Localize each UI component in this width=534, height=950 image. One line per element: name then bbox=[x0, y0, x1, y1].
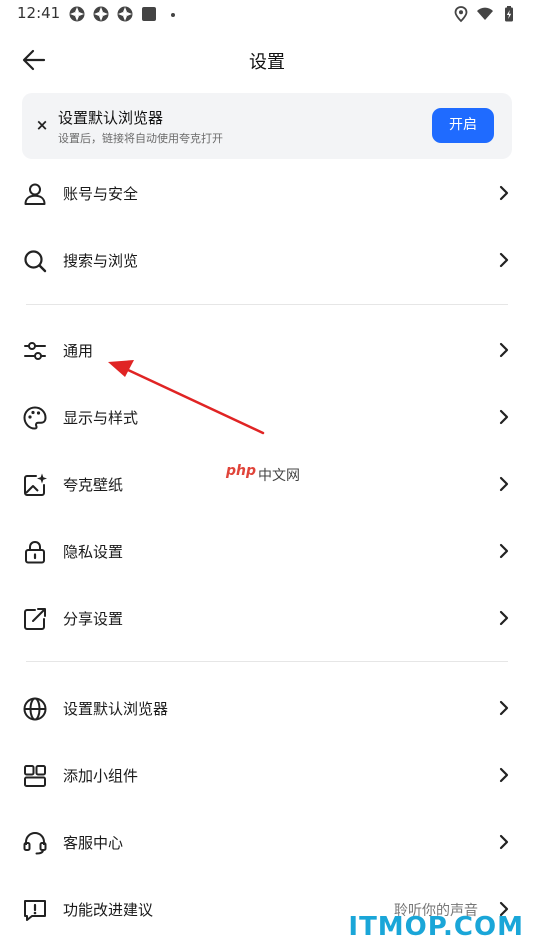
chevron-right-icon bbox=[499, 185, 509, 201]
default-browser-banner: × 设置默认浏览器 设置后，链接将自动使用夸克打开 开启 bbox=[22, 93, 512, 159]
php-watermark-logo: php bbox=[226, 463, 257, 479]
palette-icon bbox=[23, 406, 47, 430]
enable-button[interactable]: 开启 bbox=[432, 108, 494, 143]
chevron-right-icon bbox=[499, 543, 509, 559]
chevron-right-icon bbox=[499, 252, 509, 268]
person-icon bbox=[24, 183, 46, 205]
settings-item-account-security[interactable]: 账号与安全 bbox=[0, 163, 534, 223]
settings-item-label: 搜索与浏览 bbox=[63, 252, 139, 270]
page-title: 设置 bbox=[249, 52, 285, 73]
feedback-icon bbox=[24, 900, 46, 921]
location-icon bbox=[454, 6, 468, 23]
settings-item-label: 分享设置 bbox=[63, 610, 124, 628]
chevron-right-icon bbox=[499, 610, 509, 626]
app-notification-icon bbox=[117, 6, 133, 22]
chevron-right-icon bbox=[499, 409, 509, 425]
settings-item-label: 客服中心 bbox=[63, 834, 124, 852]
section-divider bbox=[26, 304, 508, 305]
settings-item-label: 设置默认浏览器 bbox=[63, 700, 169, 718]
itmop-watermark: ITMOP.COM bbox=[348, 912, 524, 942]
app-notification-icon bbox=[69, 6, 85, 22]
settings-item-default-browser[interactable]: 设置默认浏览器 bbox=[0, 678, 534, 738]
app-notification-icon bbox=[93, 6, 109, 22]
wifi-icon bbox=[477, 7, 493, 20]
settings-item-label: 夸克壁纸 bbox=[63, 476, 124, 494]
sliders-icon bbox=[24, 342, 46, 360]
close-icon[interactable]: × bbox=[32, 115, 52, 135]
settings-item-label: 账号与安全 bbox=[63, 185, 139, 203]
chevron-right-icon bbox=[499, 700, 509, 716]
settings-item-customer-service[interactable]: 客服中心 bbox=[0, 812, 534, 872]
battery-icon bbox=[505, 6, 513, 22]
settings-item-general[interactable]: 通用 bbox=[0, 320, 534, 380]
settings-item-add-widget[interactable]: 添加小组件 bbox=[0, 745, 534, 805]
settings-item-label: 通用 bbox=[63, 342, 94, 360]
globe-icon bbox=[23, 697, 47, 721]
more-dot-icon bbox=[171, 13, 175, 17]
lock-icon bbox=[25, 540, 45, 564]
status-time: 12:41 bbox=[17, 4, 61, 22]
banner-title: 设置默认浏览器 bbox=[58, 109, 164, 127]
wallpaper-icon bbox=[24, 473, 47, 496]
square-notification-icon bbox=[142, 7, 156, 21]
chevron-right-icon bbox=[499, 476, 509, 492]
top-app-bar: 设置 bbox=[0, 36, 534, 84]
notification-icons bbox=[68, 5, 182, 23]
settings-item-display-style[interactable]: 显示与样式 bbox=[0, 387, 534, 447]
settings-item-label: 功能改进建议 bbox=[63, 901, 154, 919]
status-bar: 12:41 bbox=[0, 0, 534, 28]
chevron-right-icon bbox=[499, 342, 509, 358]
php-cn-watermark: 中文网 bbox=[258, 468, 300, 484]
settings-item-label: 添加小组件 bbox=[63, 767, 139, 785]
section-divider bbox=[26, 661, 508, 662]
widget-icon bbox=[24, 765, 46, 787]
system-status-icons bbox=[452, 5, 518, 23]
headset-icon bbox=[23, 831, 47, 855]
settings-item-label: 隐私设置 bbox=[63, 543, 124, 561]
banner-subtitle: 设置后，链接将自动使用夸克打开 bbox=[58, 132, 223, 145]
chevron-right-icon bbox=[499, 767, 509, 783]
settings-item-privacy[interactable]: 隐私设置 bbox=[0, 521, 534, 581]
settings-item-label: 显示与样式 bbox=[63, 409, 139, 427]
search-icon bbox=[24, 250, 47, 273]
settings-item-search-browse[interactable]: 搜索与浏览 bbox=[0, 230, 534, 290]
settings-item-share[interactable]: 分享设置 bbox=[0, 588, 534, 648]
share-icon bbox=[24, 608, 46, 630]
chevron-right-icon bbox=[499, 834, 509, 850]
